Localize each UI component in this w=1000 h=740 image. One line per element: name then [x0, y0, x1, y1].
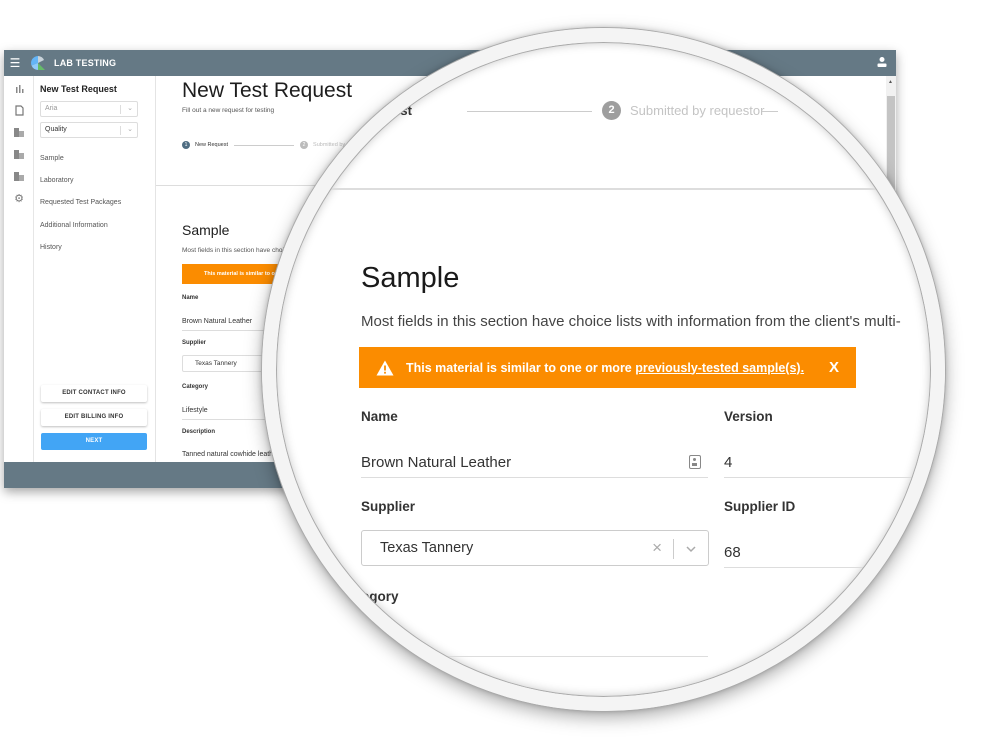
previously-tested-samples-link[interactable]: previously-tested sample(s).	[635, 361, 804, 375]
chevron-down-icon[interactable]: ⌄	[127, 102, 133, 116]
page-subtitle: Fill out a new request for testing	[182, 107, 275, 114]
supplier-select[interactable]: Texas Tannery ×	[361, 530, 709, 566]
zoom-step-1-label-partial: equest	[370, 103, 412, 118]
folder-icon[interactable]	[13, 148, 25, 160]
warning-icon	[376, 360, 394, 375]
app-title: LAB TESTING	[54, 58, 117, 68]
category-field[interactable]: Lifestyle	[182, 407, 208, 414]
step-number: 1	[182, 141, 190, 149]
step-connector	[762, 111, 778, 112]
section-subtitle: Most fields in this section have choice …	[361, 313, 901, 330]
sidebar-item-sample[interactable]: Sample	[40, 155, 64, 162]
similarity-alert: This material is similar to one or more …	[359, 347, 856, 388]
gear-icon[interactable]: ⚙	[13, 192, 25, 205]
select-separator	[120, 126, 121, 135]
sidebar: New Test Request Aria ⌄ Quality ⌄ Sample…	[34, 76, 156, 462]
magnifier-lens: equest 2 Submitted by requestor Sample M…	[276, 42, 931, 697]
description-label: Description	[182, 429, 216, 435]
name-label: Name	[182, 295, 199, 301]
supplier-id-field[interactable]: 68	[724, 544, 741, 561]
category-label: Category	[182, 384, 209, 390]
step-connector	[467, 111, 592, 112]
sidebar-item-laboratory[interactable]: Laboratory	[40, 177, 73, 184]
select-value: Aria	[45, 105, 58, 112]
field-underline	[361, 656, 708, 657]
sidebar-select-2[interactable]: Quality ⌄	[40, 122, 138, 138]
sidebar-item-history[interactable]: History	[40, 244, 62, 251]
section-title: Sample	[182, 222, 230, 238]
select-separator	[120, 105, 121, 114]
supplier-id-label: Supplier ID	[724, 499, 796, 514]
folder-icon[interactable]	[13, 126, 25, 138]
field-underline	[724, 477, 924, 478]
sidebar-select-1[interactable]: Aria ⌄	[40, 101, 138, 117]
select-separator	[673, 539, 674, 559]
section-subtitle: Most fields in this section have choic	[182, 247, 288, 254]
supplier-label: Supplier	[182, 340, 207, 346]
alert-message: This material is similar to one or more	[406, 360, 636, 375]
select-value: Texas Tannery	[380, 540, 474, 556]
chart-icon[interactable]	[13, 82, 25, 94]
section-title: Sample	[361, 262, 460, 294]
sidebar-item-requested-test-packages[interactable]: Requested Test Packages	[40, 199, 121, 206]
divider	[300, 188, 900, 190]
next-button[interactable]: NEXT	[41, 433, 147, 450]
name-label: Name	[361, 409, 398, 424]
edit-contact-info-button[interactable]: EDIT CONTACT INFO	[41, 385, 147, 402]
sidebar-item-additional-information[interactable]: Additional Information	[40, 222, 108, 229]
field-underline	[724, 567, 924, 568]
chevron-down-icon[interactable]	[685, 543, 697, 555]
icon-rail: ⚙	[4, 76, 34, 462]
alert-close-button[interactable]: X	[829, 359, 839, 376]
sidebar-title: New Test Request	[40, 84, 117, 94]
clear-icon[interactable]: ×	[652, 538, 662, 558]
category-label: Category	[340, 589, 399, 604]
hamburger-menu-icon[interactable]: ☰	[4, 56, 26, 70]
contact-card-icon[interactable]	[689, 455, 701, 469]
edit-billing-info-button[interactable]: EDIT BILLING INFO	[41, 409, 147, 426]
step-number: 2	[602, 101, 621, 120]
alert-text: This material is similar to one or more …	[406, 361, 804, 375]
field-underline	[361, 477, 708, 478]
name-field[interactable]: Brown Natural Leather	[361, 454, 511, 471]
document-icon[interactable]	[13, 104, 25, 116]
folder-icon[interactable]	[13, 170, 25, 182]
step-label[interactable]: Submitted by requestor	[630, 103, 764, 118]
step-label[interactable]: New Request	[195, 142, 228, 148]
lab-testing-logo-icon	[31, 56, 45, 70]
chevron-down-icon[interactable]: ⌄	[127, 123, 133, 137]
version-label: Version	[724, 409, 773, 424]
name-field[interactable]: Brown Natural Leather	[182, 318, 252, 325]
select-value: Quality	[45, 126, 67, 133]
supplier-label: Supplier	[361, 499, 416, 514]
version-field[interactable]: 4	[724, 454, 732, 471]
